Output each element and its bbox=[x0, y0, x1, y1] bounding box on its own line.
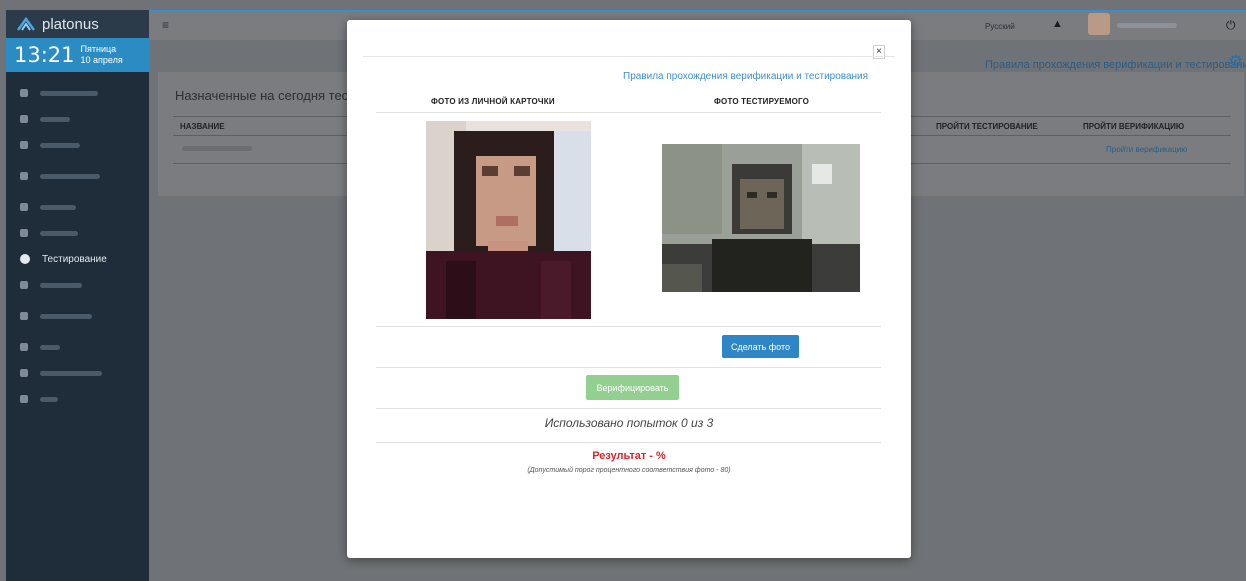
test-photo bbox=[662, 144, 860, 292]
take-photo-button[interactable]: Сделать фото bbox=[722, 335, 799, 358]
sidebar-item-5[interactable] bbox=[6, 194, 149, 220]
sidebar-item-6[interactable] bbox=[6, 220, 149, 246]
blurred-label bbox=[40, 396, 58, 402]
help-circle-icon bbox=[20, 254, 30, 264]
clock-date: 10 апреля bbox=[80, 55, 123, 65]
blurred-label bbox=[40, 204, 76, 210]
verify-link[interactable]: Пройти верификацию bbox=[1106, 145, 1187, 154]
sidebar-item-11[interactable] bbox=[6, 360, 149, 386]
logo-icon bbox=[16, 16, 36, 31]
blurred-label bbox=[40, 116, 70, 122]
result-text: Результат - % bbox=[592, 450, 666, 462]
divider bbox=[376, 326, 881, 327]
test-name-blurred bbox=[182, 146, 252, 151]
top-accent-line bbox=[149, 10, 1246, 12]
column-header-name: НАЗВАНИЕ bbox=[180, 122, 225, 131]
sidebar-item-10[interactable] bbox=[6, 334, 149, 360]
logo[interactable]: platonus bbox=[6, 10, 149, 38]
menu-item-icon bbox=[20, 343, 28, 351]
sidebar-item-9[interactable] bbox=[6, 298, 149, 334]
sidebar-item-label: Тестирование bbox=[42, 253, 107, 265]
menu-item-icon bbox=[20, 395, 28, 403]
power-icon[interactable]: ⏻ bbox=[1226, 18, 1236, 33]
gear-icon[interactable]: ⚙ bbox=[1228, 52, 1243, 72]
verification-modal: × Правила прохождения верификации и тест… bbox=[347, 20, 911, 558]
column-header-take-test: ПРОЙТИ ТЕСТИРОВАНИЕ bbox=[936, 122, 1038, 131]
test-photo-title: ФОТО ТЕСТИРУЕМОГО bbox=[714, 97, 810, 106]
sidebar: platonus 13:21 Пятница 10 апреля Тестиро… bbox=[6, 10, 149, 581]
sidebar-item-testing[interactable]: Тестирование bbox=[6, 246, 149, 272]
divider bbox=[376, 408, 881, 409]
sidebar-item-8[interactable] bbox=[6, 272, 149, 298]
warning-icon[interactable]: ▲ bbox=[1052, 18, 1063, 30]
divider bbox=[376, 112, 881, 113]
attempts-counter: Использовано попыток 0 из 3 bbox=[544, 416, 714, 430]
blurred-label bbox=[40, 370, 102, 376]
language-selector[interactable]: Русский bbox=[985, 22, 1015, 31]
divider bbox=[376, 442, 881, 443]
clock-weekday: Пятница bbox=[80, 44, 117, 54]
sidebar-item-3[interactable] bbox=[6, 132, 149, 158]
page-title: Назначенные на сегодня тесты bbox=[175, 88, 364, 103]
blurred-label bbox=[40, 344, 60, 350]
menu-item-icon bbox=[20, 369, 28, 377]
sidebar-item-1[interactable] bbox=[6, 80, 149, 106]
menu-item-icon bbox=[20, 115, 28, 123]
blurred-label bbox=[40, 173, 100, 179]
rules-link[interactable]: Правила прохождения верификации и тестир… bbox=[623, 71, 868, 82]
logo-text: platonus bbox=[42, 15, 99, 33]
menu-item-icon bbox=[20, 203, 28, 211]
blurred-label bbox=[40, 230, 78, 236]
menu-item-icon bbox=[20, 172, 28, 180]
blurred-label bbox=[40, 90, 98, 96]
menu-item-icon bbox=[20, 312, 28, 320]
verify-button[interactable]: Верифицировать bbox=[586, 375, 679, 400]
blurred-label bbox=[40, 282, 82, 288]
column-header-verification: ПРОЙТИ ВЕРИФИКАЦИЮ bbox=[1083, 122, 1185, 131]
menu-icon[interactable]: ≡ bbox=[162, 18, 169, 32]
menu-item-icon bbox=[20, 281, 28, 289]
rules-link-background[interactable]: Правила прохождения верификации и тестир… bbox=[985, 59, 1246, 71]
sidebar-item-12[interactable] bbox=[6, 386, 149, 412]
blurred-label bbox=[40, 313, 92, 319]
user-name-blurred[interactable] bbox=[1117, 23, 1177, 28]
card-photo-title: ФОТО ИЗ ЛИЧНОЙ КАРТОЧКИ bbox=[431, 97, 555, 106]
sidebar-item-2[interactable] bbox=[6, 106, 149, 132]
card-photo bbox=[426, 121, 591, 319]
divider bbox=[376, 367, 881, 368]
blurred-label bbox=[40, 142, 80, 148]
threshold-note: (Допустимый порог процентного соответств… bbox=[527, 467, 731, 474]
sidebar-item-4[interactable] bbox=[6, 158, 149, 194]
modal-header-divider bbox=[363, 56, 895, 57]
menu-item-icon bbox=[20, 141, 28, 149]
sidebar-menu: Тестирование bbox=[6, 72, 149, 412]
clock-widget: 13:21 Пятница 10 апреля bbox=[6, 38, 149, 72]
clock-time: 13:21 bbox=[14, 43, 75, 67]
menu-item-icon bbox=[20, 89, 28, 97]
menu-item-icon bbox=[20, 229, 28, 237]
avatar[interactable] bbox=[1088, 13, 1110, 35]
